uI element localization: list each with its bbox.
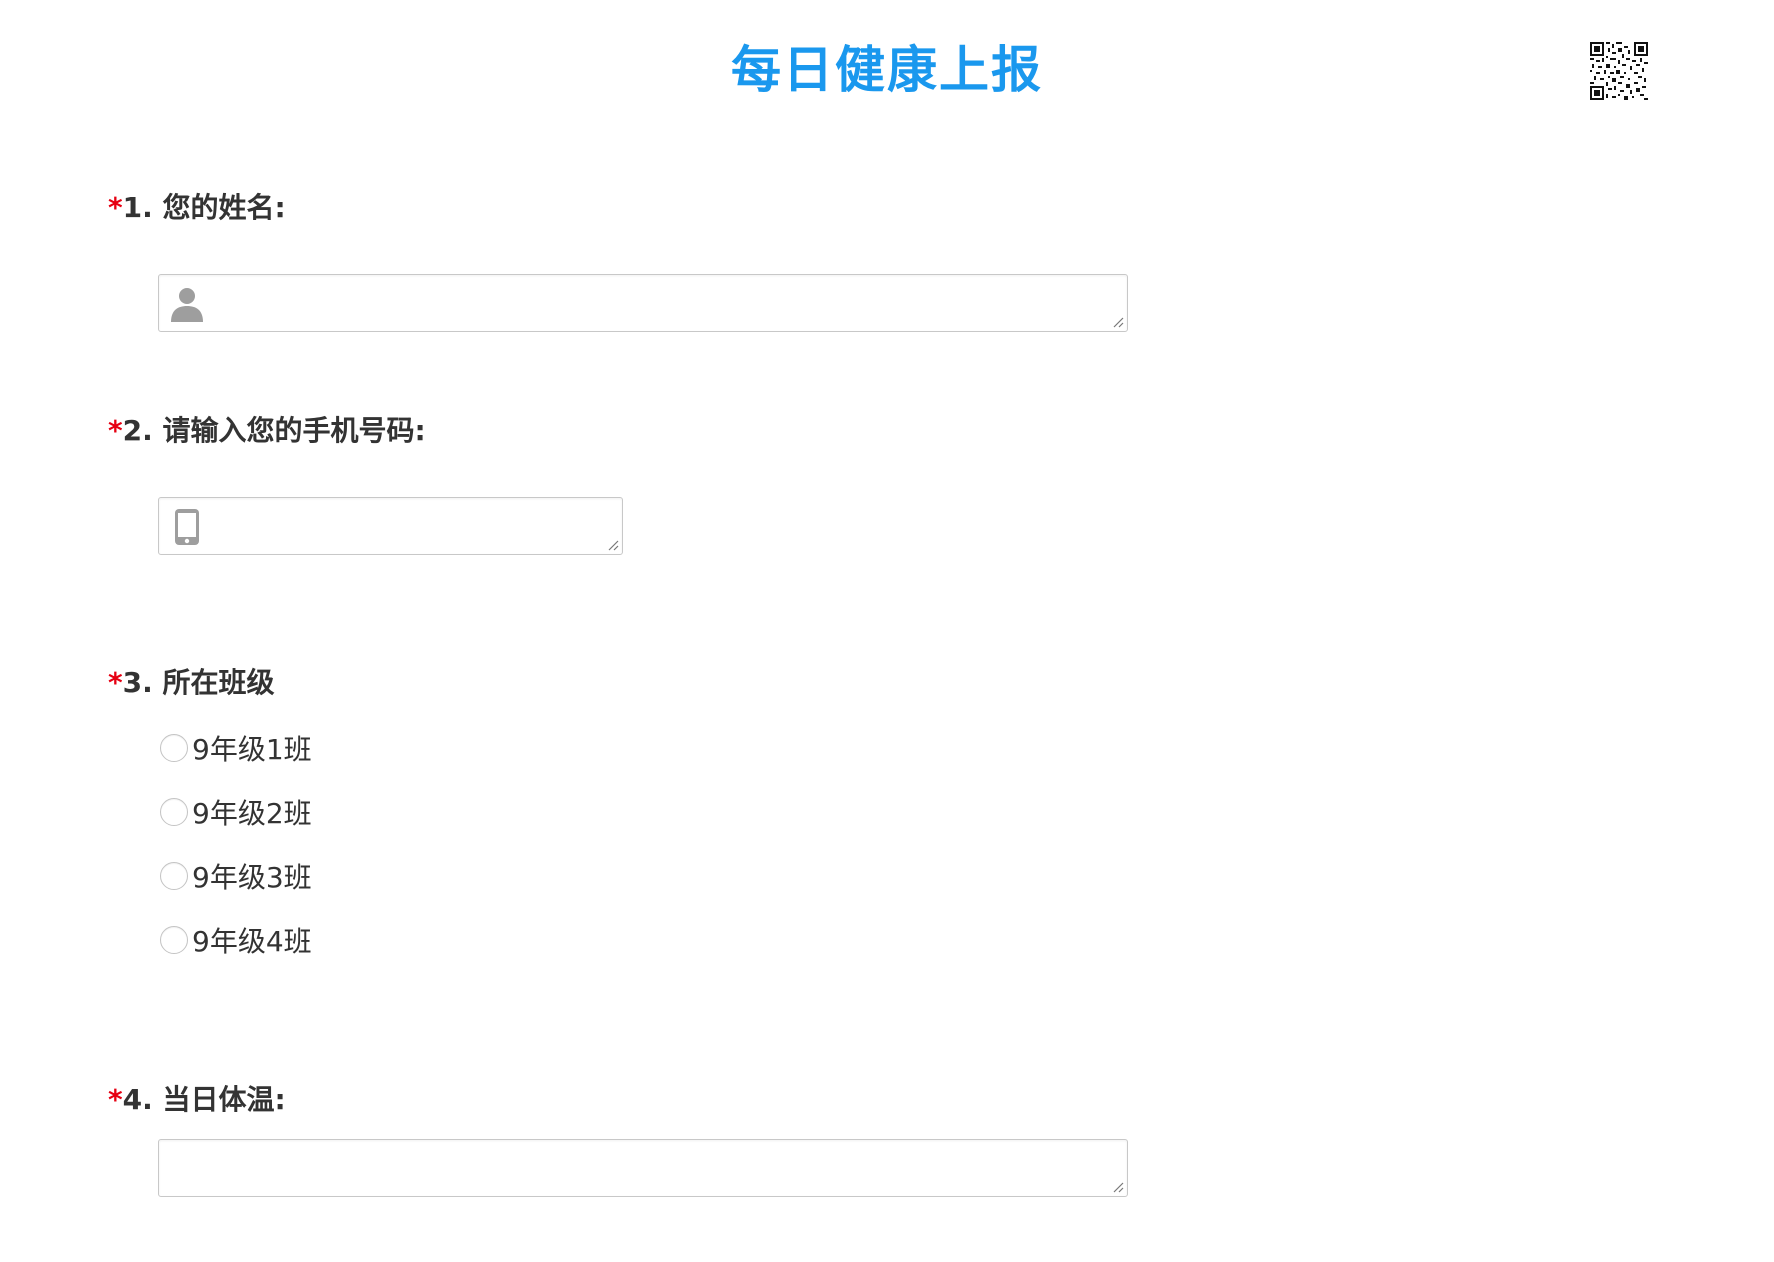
required-mark: * [108,191,123,224]
survey-page: 每日健康上报 *1. 您的姓名: *2. 请输入您的手机号码: *3. 所在班级… [0,0,1774,1262]
radio-button[interactable] [160,862,188,890]
question-2-label: *2. 请输入您的手机号码: [108,411,426,451]
question-text: 您的姓名: [162,191,286,224]
option-label: 9年级4班 [192,925,312,958]
option-label: 9年级1班 [192,733,312,766]
question-text: 当日体温: [162,1083,286,1116]
temperature-input[interactable] [158,1139,1128,1197]
user-icon [171,288,203,322]
question-1-label: *1. 您的姓名: [108,188,286,228]
class-option-2[interactable]: 9年级2班 [160,792,312,832]
question-4-label: *4. 当日体温: [108,1080,286,1120]
question-text: 所在班级 [162,666,275,699]
qr-code-icon[interactable] [1590,42,1648,100]
question-number: 3. [122,666,153,699]
phone-input[interactable] [158,497,623,555]
form-title: 每日健康上报 [731,41,1043,99]
question-number: 2. [122,414,153,447]
question-number: 4. [122,1083,153,1116]
phone-icon [175,509,199,545]
radio-button[interactable] [160,798,188,826]
option-label: 9年级2班 [192,797,312,830]
resize-handle-icon[interactable] [1110,1179,1124,1193]
option-label: 9年级3班 [192,861,312,894]
class-option-1[interactable]: 9年级1班 [160,728,312,768]
question-number: 1. [122,191,153,224]
resize-handle-icon[interactable] [605,537,619,551]
question-text: 请输入您的手机号码: [162,414,426,447]
class-option-4[interactable]: 9年级4班 [160,920,312,960]
radio-button[interactable] [160,734,188,762]
resize-handle-icon[interactable] [1110,314,1124,328]
radio-button[interactable] [160,926,188,954]
class-option-3[interactable]: 9年级3班 [160,856,312,896]
name-input[interactable] [158,274,1128,332]
question-3-label: *3. 所在班级 [108,663,275,703]
required-mark: * [108,1083,123,1116]
required-mark: * [108,414,123,447]
required-mark: * [108,666,123,699]
